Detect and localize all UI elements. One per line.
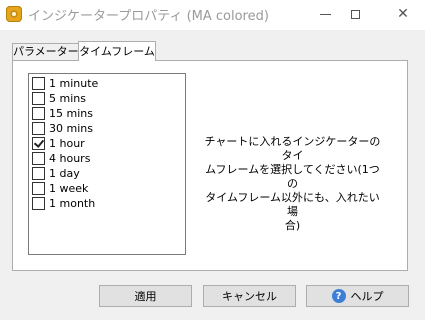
timeframe-item-1-hour[interactable]: 1 hour bbox=[32, 136, 85, 151]
timeframe-item-4-hours[interactable]: 4 hours bbox=[32, 151, 90, 166]
cancel-button[interactable]: キャンセル bbox=[203, 285, 296, 307]
timeframe-item-1-month[interactable]: 1 month bbox=[32, 196, 95, 211]
timeframe-label: 1 week bbox=[49, 182, 89, 195]
tab-parameters[interactable]: パラメーター bbox=[12, 43, 79, 60]
timeframe-item-1-minute[interactable]: 1 minute bbox=[32, 76, 98, 91]
timeframe-item-5-mins[interactable]: 5 mins bbox=[32, 91, 86, 106]
help-button[interactable]: ? ヘルプ bbox=[306, 285, 409, 307]
timeframe-checkbox[interactable] bbox=[32, 77, 45, 90]
timeframe-label: 1 month bbox=[49, 197, 96, 210]
tab-timeframe[interactable]: タイムフレーム bbox=[78, 41, 156, 61]
timeframe-description: チャートに入れるインジケーターのタイ ムフレームを選択してください(1つの タイ… bbox=[200, 135, 385, 233]
timeframe-list[interactable]: 1 minute 5 mins 15 mins 30 mins 1 hour 4… bbox=[28, 73, 186, 255]
timeframe-checkbox[interactable] bbox=[32, 92, 45, 105]
timeframe-item-15-mins[interactable]: 15 mins bbox=[32, 106, 93, 121]
app-icon bbox=[6, 6, 22, 22]
maximize-button[interactable] bbox=[335, 0, 375, 28]
timeframe-checkbox[interactable] bbox=[32, 167, 45, 180]
close-button[interactable]: ✕ bbox=[383, 0, 423, 28]
indicator-properties-window: インジケータープロパティ (MA colored) ✕ パラメーター タイムフレ… bbox=[0, 0, 425, 320]
window-title: インジケータープロパティ (MA colored) bbox=[28, 9, 269, 24]
timeframe-label: 5 mins bbox=[49, 92, 86, 105]
timeframe-item-1-day[interactable]: 1 day bbox=[32, 166, 80, 181]
timeframe-label: 15 mins bbox=[49, 107, 93, 120]
timeframe-label: 30 mins bbox=[49, 122, 93, 135]
maximize-icon bbox=[350, 9, 360, 19]
timeframe-item-1-week[interactable]: 1 week bbox=[32, 181, 88, 196]
help-button-label: ヘルプ bbox=[350, 290, 384, 303]
description-line: ムフレームを選択してください(1つの bbox=[205, 163, 380, 190]
timeframe-label: 1 day bbox=[49, 167, 80, 180]
timeframe-checkbox-checked[interactable] bbox=[32, 137, 45, 150]
timeframe-item-30-mins[interactable]: 30 mins bbox=[32, 121, 93, 136]
help-icon: ? bbox=[331, 289, 346, 303]
timeframe-checkbox[interactable] bbox=[32, 182, 45, 195]
description-line: 合) bbox=[284, 219, 301, 232]
timeframe-checkbox[interactable] bbox=[32, 122, 45, 135]
apply-button[interactable]: 適用 bbox=[99, 285, 192, 307]
minimize-icon bbox=[319, 13, 331, 15]
timeframe-checkbox[interactable] bbox=[32, 107, 45, 120]
timeframe-label: 4 hours bbox=[49, 152, 91, 165]
timeframe-label: 1 hour bbox=[49, 137, 85, 150]
timeframe-checkbox[interactable] bbox=[32, 152, 45, 165]
timeframe-checkbox[interactable] bbox=[32, 197, 45, 210]
timeframe-label: 1 minute bbox=[49, 77, 99, 90]
title-bar[interactable]: インジケータープロパティ (MA colored) ✕ bbox=[0, 0, 425, 30]
close-icon: ✕ bbox=[397, 6, 409, 22]
description-line: チャートに入れるインジケーターのタイ bbox=[204, 135, 381, 162]
description-line: タイムフレーム以外にも、入れたい場 bbox=[205, 191, 380, 218]
